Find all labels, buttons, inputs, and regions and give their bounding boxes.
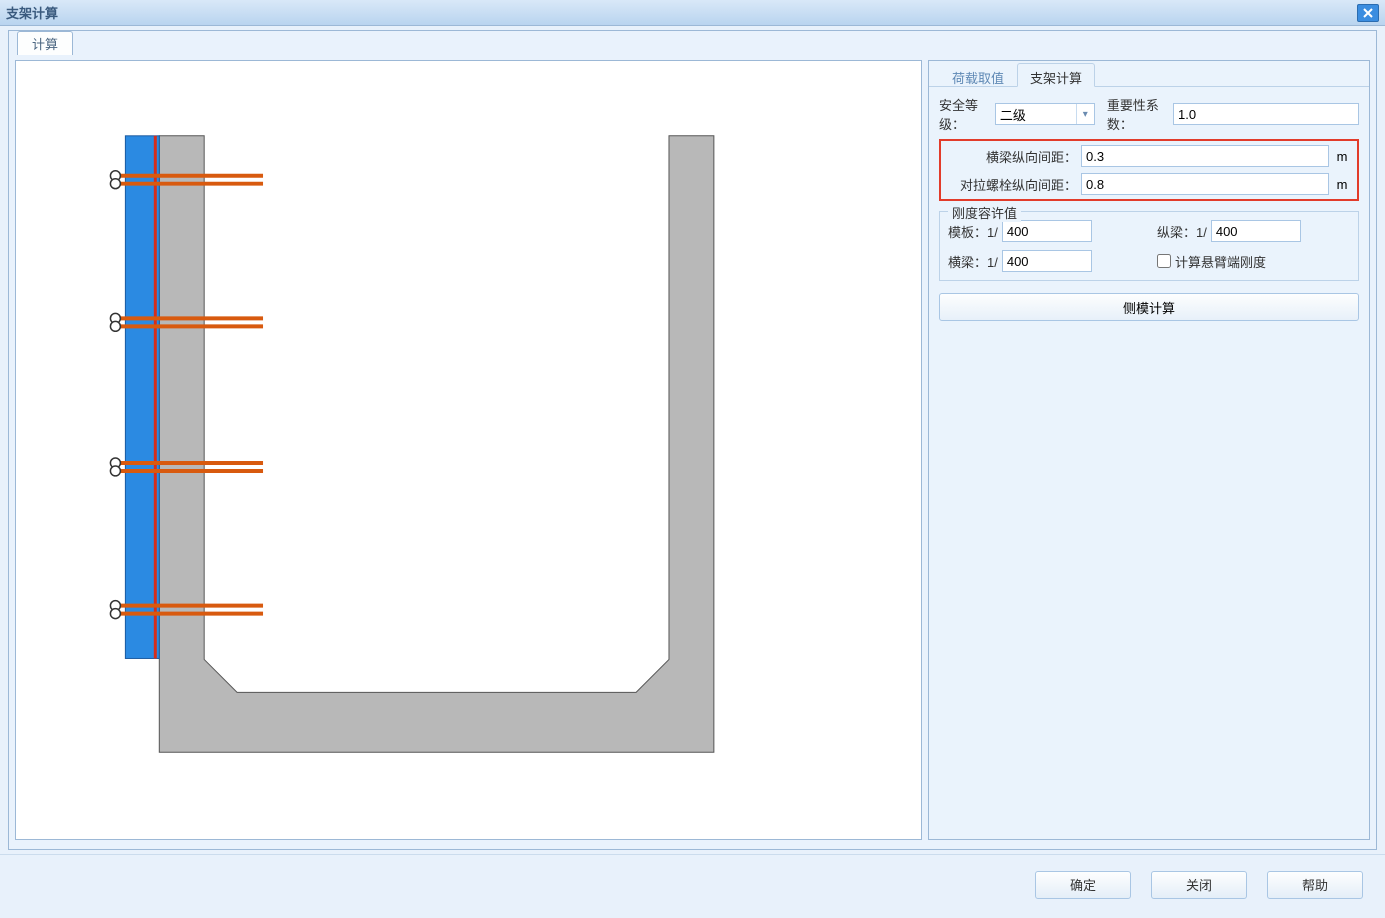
side-content: 安全等级： 二级 ▾ 重要性系数： 横梁纵向间距： m (929, 87, 1369, 329)
formwork-label: 模板：1/ (948, 222, 998, 241)
crossbeam-label: 横梁：1/ (948, 252, 998, 271)
main-area: 计算 (0, 26, 1385, 854)
tab-load-values[interactable]: 荷载取值 (939, 63, 1017, 86)
highlighted-inputs: 横梁纵向间距： m 对拉螺栓纵向间距： m (939, 139, 1359, 201)
row-crossbeam: 横梁：1/ (948, 250, 1141, 272)
content-row: 荷载取值 支架计算 安全等级： 二级 ▾ 重要性系数： (9, 54, 1376, 846)
safety-level-label: 安全等级： (939, 95, 991, 133)
importance-label: 重要性系数： (1107, 95, 1169, 133)
stiffness-fieldset: 刚度容许值 模板：1/ 纵梁：1/ 横梁：1/ (939, 211, 1359, 281)
structure-diagram (16, 61, 921, 839)
side-tab-strip: 荷载取值 支架计算 (929, 61, 1369, 87)
bolt-spacing-label: 对拉螺栓纵向间距： (947, 175, 1077, 194)
ok-button[interactable]: 确定 (1035, 871, 1131, 899)
formwork-input[interactable] (1002, 220, 1092, 242)
crossbeam-input[interactable] (1002, 250, 1092, 272)
help-button[interactable]: 帮助 (1267, 871, 1363, 899)
close-button[interactable]: 关闭 (1151, 871, 1247, 899)
stiffness-legend: 刚度容许值 (948, 203, 1021, 222)
bottom-bar: 确定 关闭 帮助 (0, 854, 1385, 914)
stiffness-grid: 模板：1/ 纵梁：1/ 横梁：1/ (948, 220, 1350, 272)
safety-level-value: 二级 (1000, 105, 1026, 124)
longbeam-label: 纵梁：1/ (1157, 222, 1207, 241)
outer-tab-strip: 计算 (9, 30, 1376, 54)
tab-support-calc[interactable]: 支架计算 (1017, 63, 1095, 87)
safety-level-select[interactable]: 二级 ▾ (995, 103, 1095, 125)
beam-spacing-input[interactable] (1081, 145, 1329, 167)
parameter-panel: 荷载取值 支架计算 安全等级： 二级 ▾ 重要性系数： (928, 60, 1370, 840)
row-safety: 安全等级： 二级 ▾ 重要性系数： (939, 95, 1359, 133)
row-formwork: 模板：1/ (948, 220, 1141, 242)
cantilever-checkbox[interactable] (1157, 254, 1171, 268)
side-formwork-calc-button[interactable]: 侧模计算 (939, 293, 1359, 321)
diagram-canvas[interactable] (15, 60, 922, 840)
importance-input[interactable] (1173, 103, 1359, 125)
side-calc-label: 侧模计算 (1123, 298, 1175, 317)
window-title: 支架计算 (6, 3, 1357, 22)
outer-tab-container: 计算 (8, 30, 1377, 850)
unit-m-1: m (1333, 149, 1351, 164)
close-icon[interactable] (1357, 4, 1379, 22)
row-beam-spacing: 横梁纵向间距： m (947, 145, 1351, 167)
tab-calculate[interactable]: 计算 (17, 31, 73, 55)
unit-m-2: m (1333, 177, 1351, 192)
cantilever-label: 计算悬臂端刚度 (1175, 252, 1266, 271)
longbeam-input[interactable] (1211, 220, 1301, 242)
row-cantilever: 计算悬臂端刚度 (1157, 250, 1350, 272)
title-bar: 支架计算 (0, 0, 1385, 26)
chevron-down-icon: ▾ (1076, 104, 1094, 124)
bolt-spacing-input[interactable] (1081, 173, 1329, 195)
row-bolt-spacing: 对拉螺栓纵向间距： m (947, 173, 1351, 195)
row-longbeam: 纵梁：1/ (1157, 220, 1350, 242)
beam-spacing-label: 横梁纵向间距： (947, 147, 1077, 166)
